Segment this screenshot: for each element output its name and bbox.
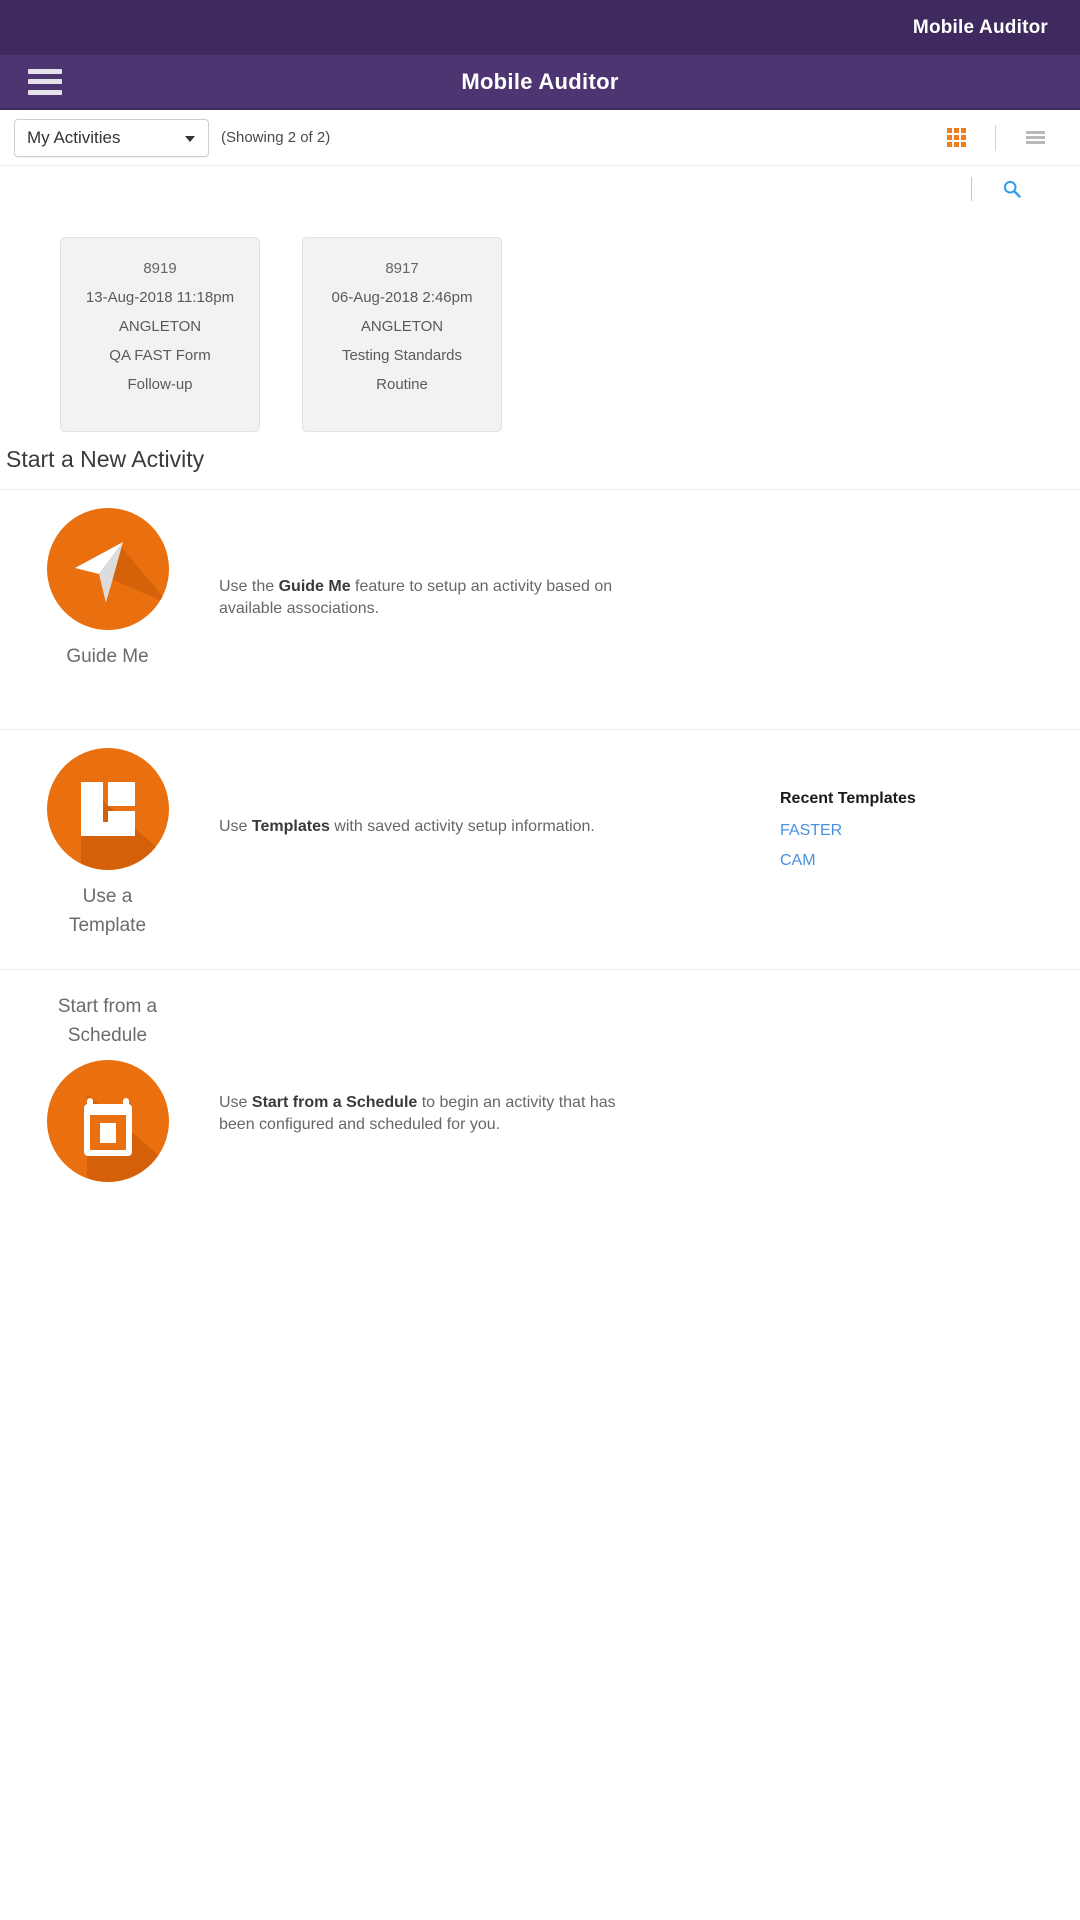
template-label: Use a Template (69, 882, 146, 940)
guide-me-desc-bold: Guide Me (278, 578, 351, 595)
app-brand-title: Mobile Auditor (912, 16, 1048, 38)
search-icon[interactable] (1002, 179, 1022, 199)
action-row-start-from-schedule[interactable]: Start from a Schedule Use Start from a S… (0, 969, 1080, 1209)
view-switcher (935, 123, 1056, 153)
template-desc-pre: Use (219, 818, 252, 835)
guide-me-desc-pre: Use the (219, 578, 279, 595)
calendar-icon[interactable] (46, 1060, 169, 1182)
activity-form: Testing Standards (341, 347, 463, 364)
recent-templates-title: Recent Templates (780, 790, 916, 807)
template-desc-bold: Templates (251, 818, 330, 835)
activity-type: Routine (376, 376, 428, 393)
activity-datetime: 13-Aug-2018 11:18pm (85, 289, 235, 306)
action-row-guide-me[interactable]: Guide Me Use the Guide Me feature to set… (0, 489, 1080, 729)
action-row-use-template[interactable]: Use a Template Use Templates with saved … (0, 729, 1080, 969)
template-icon-column: Use a Template (0, 730, 215, 940)
section-heading-new-activity: Start a New Activity (6, 446, 205, 472)
activity-id: 8919 (143, 260, 177, 277)
recent-template-link[interactable]: CAM (780, 846, 1080, 876)
paper-plane-icon[interactable] (46, 508, 169, 630)
showing-count-label: (Showing 2 of 2) (221, 129, 331, 146)
schedule-icon-column: Start from a Schedule (0, 970, 215, 1182)
activity-datetime: 06-Aug-2018 2:46pm (331, 289, 473, 306)
schedule-label-line2: Schedule (67, 1025, 148, 1046)
schedule-desc-pre: Use (219, 1094, 252, 1111)
list-view-glyph (1025, 131, 1045, 144)
activity-type: Follow-up (127, 376, 193, 393)
activity-location: ANGLETON (360, 318, 444, 335)
template-desc-post: with saved activity setup information. (329, 818, 595, 835)
activities-filter-wrapper: My Activities (14, 118, 209, 157)
template-label-line2: Template (68, 915, 147, 936)
status-bar: Mobile Auditor (0, 0, 1080, 55)
schedule-description: Use Start from a Schedule to begin an ac… (215, 970, 650, 1136)
search-divider (971, 177, 972, 201)
grid-view-glyph (946, 128, 966, 147)
activity-card-list: 8919 13-Aug-2018 11:18pm ANGLETON QA FAS… (0, 212, 1080, 432)
grid-view-icon[interactable] (935, 123, 977, 153)
schedule-label-line1: Start from a (57, 996, 158, 1017)
activity-card[interactable]: 8919 13-Aug-2018 11:18pm ANGLETON QA FAS… (60, 237, 260, 432)
page-title: Mobile Auditor (461, 68, 619, 94)
template-label-line1: Use a (82, 886, 133, 907)
activities-filter-select[interactable]: My Activities (14, 118, 209, 157)
hamburger-bar-3 (28, 89, 62, 95)
schedule-desc-bold: Start from a Schedule (251, 1094, 418, 1111)
guide-me-icon-column: Guide Me (0, 490, 215, 671)
navigation-bar: Mobile Auditor (0, 55, 1080, 110)
guide-me-label: Guide Me (66, 646, 149, 667)
recent-templates-panel: Recent Templates FASTER CAM (780, 730, 1080, 876)
layout-template-icon[interactable] (46, 748, 169, 870)
template-description: Use Templates with saved activity setup … (215, 730, 780, 838)
hamburger-bar-2 (28, 79, 62, 84)
toolbar-divider (995, 124, 996, 151)
search-row (0, 166, 1080, 212)
activity-card[interactable]: 8917 06-Aug-2018 2:46pm ANGLETON Testing… (302, 237, 502, 432)
activity-form: QA FAST Form (109, 347, 211, 364)
recent-template-link[interactable]: FASTER (780, 816, 1080, 846)
activity-id: 8917 (385, 260, 419, 277)
filter-toolbar: My Activities (Showing 2 of 2) (0, 110, 1080, 165)
schedule-label: Start from a Schedule (58, 992, 157, 1050)
hamburger-menu-icon[interactable] (28, 68, 62, 95)
list-view-icon[interactable] (1014, 123, 1056, 153)
hamburger-bar-1 (28, 68, 62, 74)
activity-location: ANGLETON (118, 318, 202, 335)
guide-me-description: Use the Guide Me feature to setup an act… (215, 490, 650, 620)
